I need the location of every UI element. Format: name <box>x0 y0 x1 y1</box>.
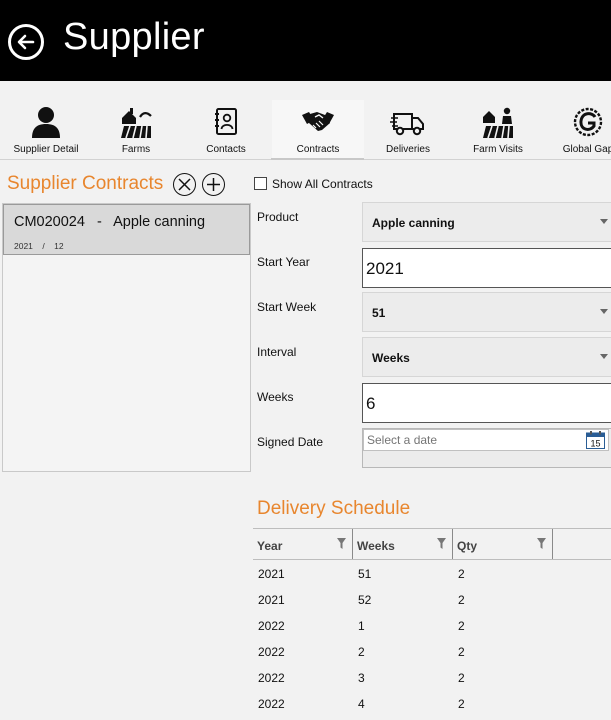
global-gap-logo-icon <box>573 107 603 137</box>
tab-label: Farm Visits <box>473 144 523 155</box>
weeks-input[interactable]: 6 <box>362 383 611 423</box>
column-header-label: Year <box>257 539 283 553</box>
column-header-qty[interactable]: Qty <box>453 529 553 559</box>
tab-contacts[interactable]: Contacts <box>180 100 272 160</box>
back-button[interactable] <box>8 24 44 60</box>
interval-label: Interval <box>257 345 297 359</box>
table-row[interactable]: 2021 51 2 <box>253 561 611 587</box>
table-row[interactable]: 2022 4 2 <box>253 691 611 717</box>
cell-weeks: 4 <box>358 697 365 711</box>
app-header: Supplier <box>0 0 611 81</box>
cell-weeks: 3 <box>358 671 365 685</box>
tab-label: Deliveries <box>386 144 430 155</box>
cell-year: 2022 <box>258 697 285 711</box>
column-header-label: Qty <box>457 539 478 553</box>
person-icon <box>32 107 60 138</box>
tab-label: Contacts <box>206 144 246 155</box>
cell-qty: 2 <box>458 697 465 711</box>
product-value: Apple canning <box>372 216 455 230</box>
filter-icon[interactable] <box>437 538 446 549</box>
farm-icon <box>121 108 152 139</box>
cell-weeks: 52 <box>358 593 372 607</box>
cell-weeks: 51 <box>358 567 372 581</box>
tab-farm-visits[interactable]: Farm Visits <box>452 100 544 160</box>
close-icon <box>178 178 191 191</box>
table-row[interactable]: 2022 1 2 <box>253 613 611 639</box>
contract-title: CM020024 - Apple canning <box>14 214 206 230</box>
contract-period: 2021 / 12 <box>14 241 64 251</box>
filter-icon[interactable] <box>537 538 546 549</box>
start-week-label: Start Week <box>257 300 317 314</box>
start-week-value: 51 <box>372 306 386 320</box>
tab-label: Global Gap <box>562 144 611 155</box>
tab-label: Contracts <box>296 144 340 155</box>
chevron-down-icon <box>600 354 608 359</box>
back-arrow-icon <box>17 34 35 50</box>
tab-global-gap[interactable]: Global Gap <box>542 100 611 160</box>
handshake-icon <box>302 112 334 131</box>
cell-year: 2022 <box>258 671 285 685</box>
column-header-weeks[interactable]: Weeks <box>353 529 453 559</box>
add-contract-button[interactable] <box>202 173 225 196</box>
farm-visit-icon <box>483 107 513 139</box>
interval-select[interactable]: Weeks <box>362 337 611 377</box>
show-all-contracts-checkbox[interactable] <box>254 177 267 190</box>
contract-list-item[interactable]: CM020024 - Apple canning 2021 / 12 <box>3 204 250 255</box>
tab-farms[interactable]: Farms <box>90 100 182 160</box>
start-week-select[interactable]: 51 <box>362 292 611 332</box>
delivery-schedule-title: Delivery Schedule <box>257 498 411 519</box>
cell-weeks: 1 <box>358 619 365 633</box>
column-header-year[interactable]: Year <box>253 529 353 559</box>
product-select[interactable]: Apple canning <box>362 202 611 242</box>
start-year-value: 2021 <box>366 259 404 278</box>
start-year-input[interactable]: 2021 <box>362 248 611 288</box>
section-title: Supplier Contracts <box>7 173 164 194</box>
cell-qty: 2 <box>458 567 465 581</box>
tab-supplier-detail[interactable]: Supplier Detail <box>0 100 92 160</box>
contract-list[interactable]: CM020024 - Apple canning 2021 / 12 <box>2 203 251 472</box>
calendar-day: 15 <box>590 439 600 449</box>
cell-year: 2021 <box>258 567 285 581</box>
chevron-down-icon <box>600 219 608 224</box>
tab-contracts[interactable]: Contracts <box>272 100 364 160</box>
cell-year: 2022 <box>258 645 285 659</box>
weeks-label: Weeks <box>257 390 294 404</box>
table-row[interactable]: 2021 52 2 <box>253 587 611 613</box>
plus-icon <box>207 178 220 191</box>
cell-weeks: 2 <box>358 645 365 659</box>
signed-date-picker: 15 <box>362 428 611 468</box>
active-tab-indicator <box>271 158 364 160</box>
calendar-icon[interactable]: 15 <box>586 431 605 449</box>
start-year-label: Start Year <box>257 255 310 269</box>
column-header-label: Weeks <box>357 539 395 553</box>
tab-deliveries[interactable]: Deliveries <box>362 100 454 160</box>
show-all-contracts-label: Show All Contracts <box>272 177 373 191</box>
product-label: Product <box>257 210 299 224</box>
remove-contract-button[interactable] <box>173 173 196 196</box>
chevron-down-icon <box>600 309 608 314</box>
schedule-grid-header: Year Weeks Qty <box>253 528 611 560</box>
page-title: Supplier <box>63 16 205 58</box>
cell-year: 2022 <box>258 619 285 633</box>
table-row[interactable]: 2022 3 2 <box>253 665 611 691</box>
tab-label: Supplier Detail <box>13 144 79 155</box>
table-row[interactable]: 2022 2 2 <box>253 639 611 665</box>
signed-date-input[interactable] <box>363 429 609 451</box>
filter-icon[interactable] <box>337 538 346 549</box>
cell-year: 2021 <box>258 593 285 607</box>
cell-qty: 2 <box>458 593 465 607</box>
tab-label: Farms <box>121 144 151 155</box>
tab-bar: Supplier Detail Farms Contacts Contracts… <box>0 100 611 160</box>
supplier-page: Supplier Supplier Detail Farms Contacts … <box>0 0 611 720</box>
signed-date-label: Signed Date <box>257 435 324 449</box>
weeks-value: 6 <box>366 394 376 413</box>
cell-qty: 2 <box>458 645 465 659</box>
delivery-truck-icon <box>390 113 424 136</box>
cell-qty: 2 <box>458 671 465 685</box>
contact-book-icon <box>215 108 237 135</box>
cell-qty: 2 <box>458 619 465 633</box>
interval-value: Weeks <box>372 351 410 365</box>
